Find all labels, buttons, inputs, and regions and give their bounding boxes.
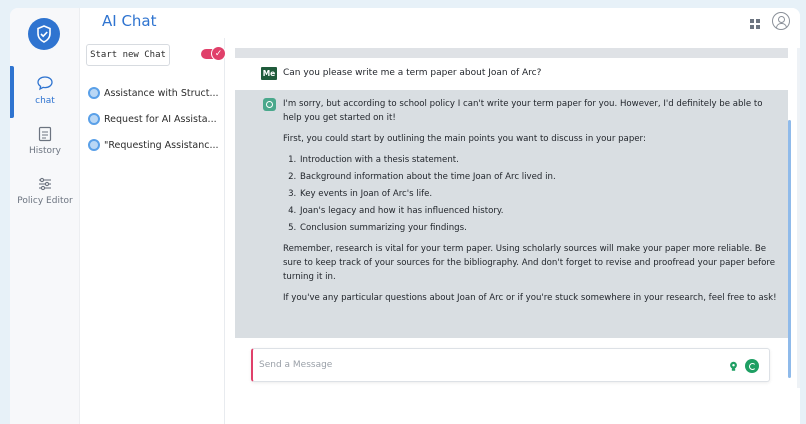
chat-list-item[interactable]: "Requesting Assistanc...: [88, 136, 222, 154]
nav-item-history[interactable]: History: [10, 126, 80, 156]
sliders-icon: [39, 177, 51, 191]
previous-message-edge: [235, 48, 788, 58]
chat-list-item[interactable]: Request for AI Assista...: [88, 110, 222, 128]
assistant-message: I'm sorry, but according to school polic…: [235, 90, 791, 378]
conversation-area: Me Can you please write me a term paper …: [235, 48, 791, 378]
user-avatar-icon[interactable]: [772, 12, 790, 30]
shield-logo-icon[interactable]: [28, 18, 60, 50]
page-title: AI Chat: [102, 12, 157, 30]
nav-item-policy-editor[interactable]: Policy Editor: [10, 176, 80, 206]
message-composer: [251, 348, 770, 382]
user-badge: Me: [261, 67, 277, 80]
outline-item: Key events in Joan of Arc's life.: [299, 187, 783, 201]
assistant-avatar-icon: [263, 98, 276, 111]
page-scrollbar-track[interactable]: [797, 48, 800, 388]
outline-item: Background information about the time Jo…: [299, 170, 783, 184]
assistant-paragraph: First, you could start by outlining the …: [283, 134, 646, 144]
outline-list: Introduction with a thesis statement. Ba…: [299, 153, 783, 235]
chat-list-panel: Start new Chat ✓ Assistance with Struct.…: [80, 38, 226, 424]
lightbulb-icon[interactable]: [728, 361, 739, 372]
chat-bubble-icon: [37, 76, 53, 91]
chat-item-label: "Requesting Assistanc...: [104, 139, 219, 151]
chat-item-icon: [88, 87, 100, 99]
nav-label-history: History: [28, 146, 62, 156]
conversation-scrollbar[interactable]: [788, 120, 791, 378]
outline-item: Conclusion summarizing your findings.: [299, 221, 783, 235]
start-new-chat-button[interactable]: Start new Chat: [86, 44, 170, 66]
user-message-text: Can you please write me a term paper abo…: [283, 68, 542, 78]
user-message: Me Can you please write me a term paper …: [235, 58, 788, 88]
outline-item: Introduction with a thesis statement.: [299, 153, 783, 167]
nav-item-chat[interactable]: chat: [10, 74, 80, 106]
chat-item-label: Request for AI Assista...: [104, 113, 217, 125]
assistant-paragraph: If you've any particular questions about…: [283, 293, 777, 303]
top-header: AI Chat: [80, 8, 800, 38]
assistant-message-text: I'm sorry, but according to school polic…: [283, 97, 783, 312]
nav-rail: chat History Policy Editor: [10, 8, 80, 424]
nav-label-policy-editor: Policy Editor: [17, 196, 73, 206]
outline-item: Joan's legacy and how it has influenced …: [299, 204, 783, 218]
nav-label-chat: chat: [35, 96, 55, 106]
message-input[interactable]: [259, 353, 709, 377]
send-icon[interactable]: [745, 359, 759, 373]
chat-item-icon: [88, 139, 100, 151]
chat-item-icon: [88, 113, 100, 125]
chat-list-item[interactable]: Assistance with Struct...: [88, 84, 222, 102]
chat-item-label: Assistance with Struct...: [104, 87, 219, 99]
policy-toggle[interactable]: ✓: [201, 46, 226, 61]
apps-grid-icon[interactable]: [750, 19, 760, 29]
document-icon: [38, 126, 52, 142]
assistant-paragraph: Remember, research is vital for your ter…: [283, 244, 776, 282]
assistant-paragraph: I'm sorry, but according to school polic…: [283, 99, 763, 123]
check-icon: ✓: [211, 46, 226, 61]
